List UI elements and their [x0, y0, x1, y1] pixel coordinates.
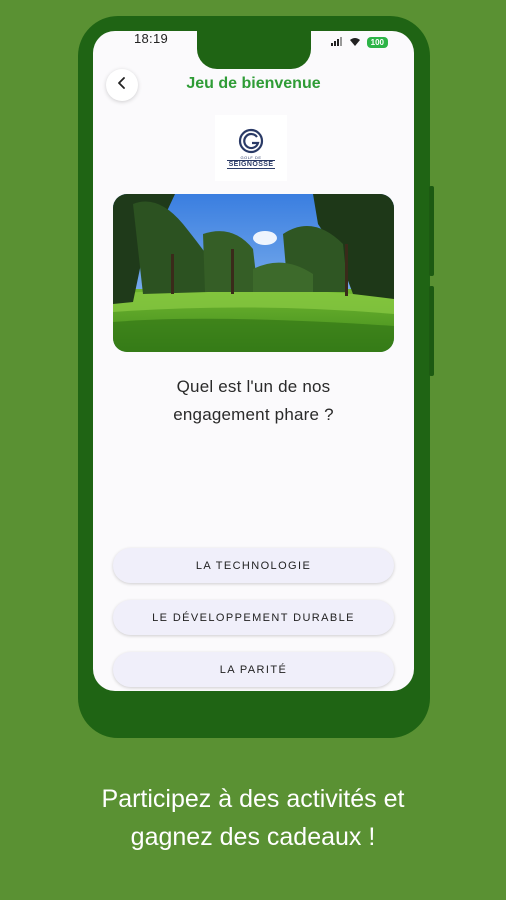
status-icons: 100: [330, 33, 388, 51]
phone-power-button: [429, 286, 434, 376]
promo-caption: Participez à des activités et gagnez des…: [0, 780, 506, 856]
wifi-icon: [349, 33, 361, 51]
signal-icon: [330, 33, 343, 51]
question-line-2: engagement phare ?: [173, 405, 334, 424]
logo-name: SEIGNOSSE: [226, 159, 276, 169]
answer-button-developpement-durable[interactable]: LE DÉVELOPPEMENT DURABLE: [113, 600, 394, 635]
battery-icon: 100: [366, 36, 388, 48]
logo-emblem-icon: [238, 128, 264, 153]
phone-volume-button: [429, 186, 434, 276]
question-text: Quel est l'un de nos engagement phare ?: [123, 373, 384, 429]
promo-caption-line-1: Participez à des activités et: [101, 785, 405, 813]
answer-button-technologie[interactable]: LA TECHNOLOGIE: [113, 548, 394, 583]
promo-caption-line-2: gagnez des cadeaux !: [130, 823, 376, 851]
phone-mockup: 18:19 100 Jeu de bienvenue GOLF DE SEIGN…: [78, 16, 434, 738]
club-logo: GOLF DE SEIGNOSSE: [215, 115, 287, 181]
page-title: Jeu de bienvenue: [186, 75, 321, 92]
golf-course-photo: [113, 194, 394, 352]
question-line-1: Quel est l'un de nos: [176, 377, 331, 396]
status-time: 18:19: [134, 31, 169, 46]
app-screen: 18:19 100 Jeu de bienvenue GOLF DE SEIGN…: [93, 31, 414, 691]
answer-button-parite[interactable]: LA PARITÉ: [113, 652, 394, 687]
phone-notch: [197, 31, 311, 69]
